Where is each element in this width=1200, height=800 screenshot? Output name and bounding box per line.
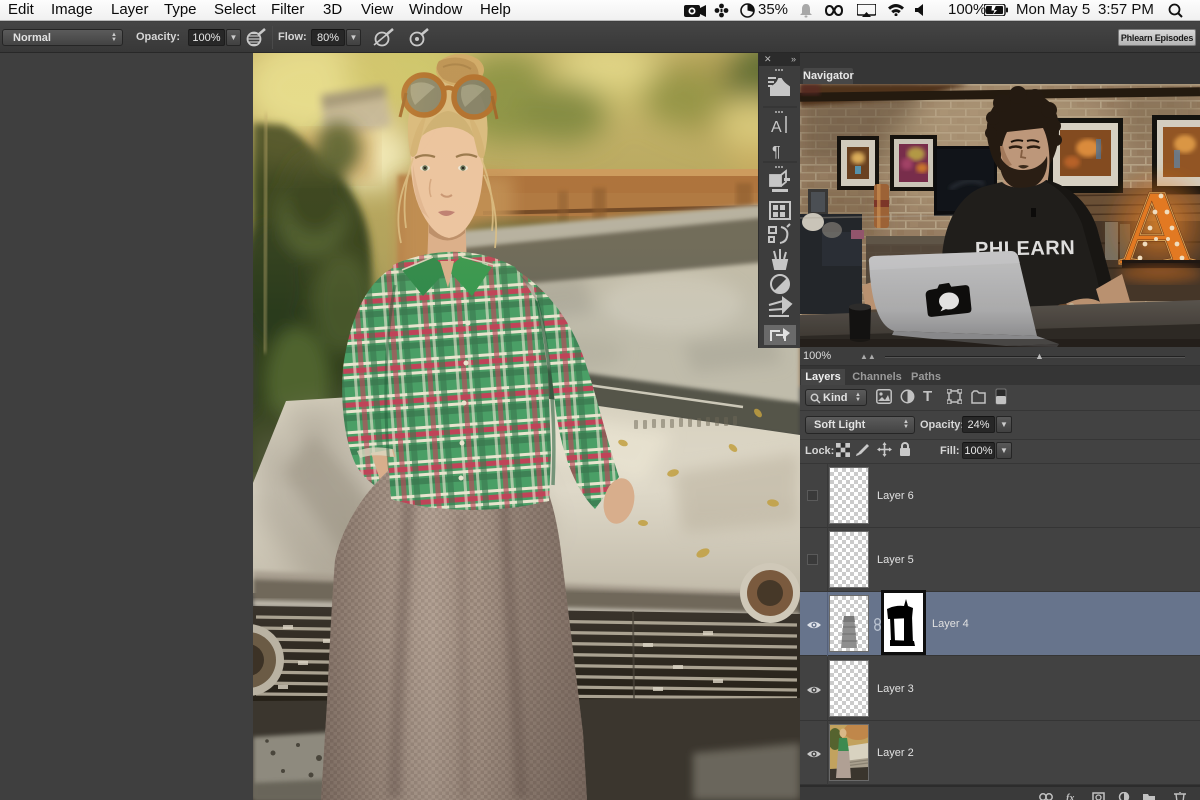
svg-text:A: A [771, 119, 782, 136]
svg-text:¶: ¶ [772, 144, 781, 161]
svg-text:fx: fx [1066, 793, 1074, 800]
